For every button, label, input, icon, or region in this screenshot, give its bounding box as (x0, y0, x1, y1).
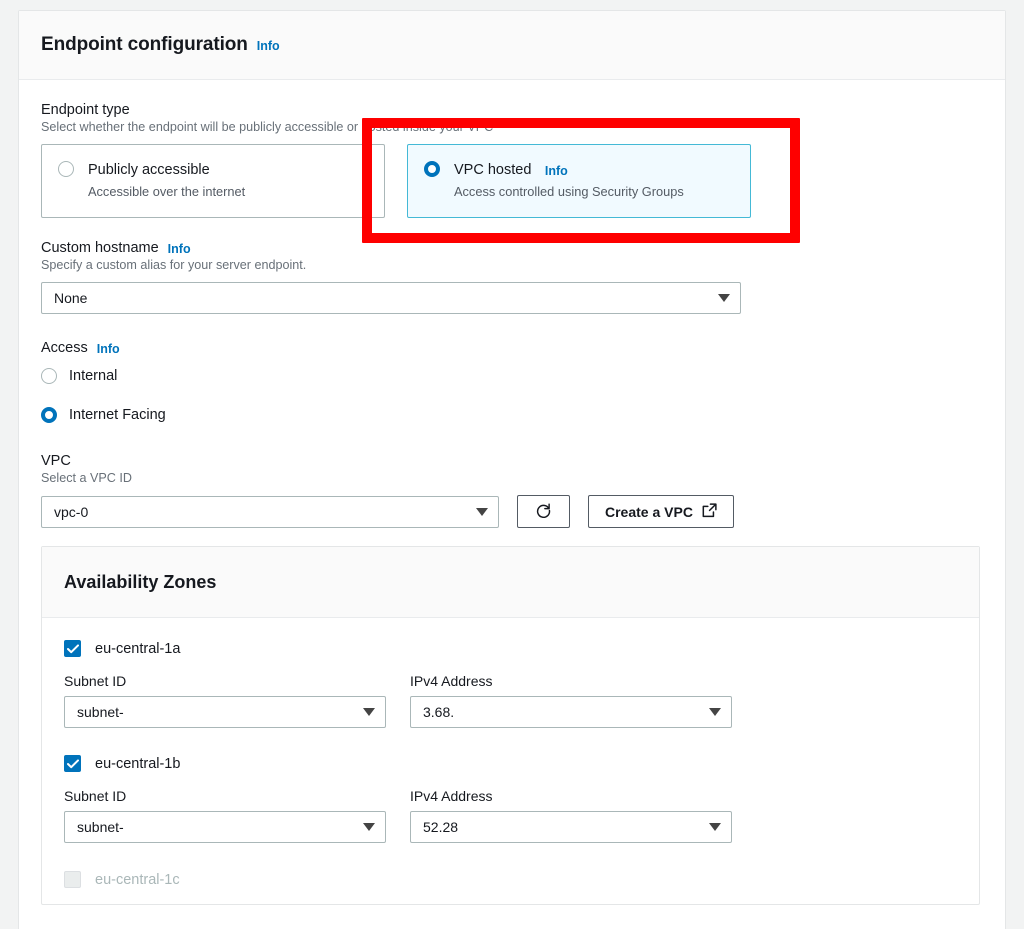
availability-zone-name: eu-central-1b (95, 756, 180, 772)
chevron-down-icon (363, 708, 375, 716)
chevron-down-icon (363, 823, 375, 831)
custom-hostname-label: Custom hostname (41, 240, 159, 256)
create-vpc-button-label: Create a VPC (605, 504, 693, 520)
subnet-id-select-eu-central-1b[interactable]: subnet- (64, 811, 386, 843)
refresh-icon (535, 502, 552, 522)
vpc-description: Select a VPC ID (41, 471, 983, 485)
access-option-label: Internal (69, 368, 117, 384)
availability-zone-name: eu-central-1c (95, 872, 180, 888)
access-group: Access Info Internal Internet Facing (41, 340, 983, 423)
checkbox-eu-central-1a[interactable] (64, 640, 81, 657)
page-root: Endpoint configuration Info Endpoint typ… (0, 0, 1024, 929)
vpc-select[interactable]: vpc-0 (41, 496, 499, 528)
custom-hostname-info-link[interactable]: Info (168, 242, 191, 256)
endpoint-type-description: Select whether the endpoint will be publ… (41, 120, 983, 134)
vpc-label: VPC (41, 453, 983, 469)
subnet-id-value: subnet- (77, 704, 124, 720)
availability-zones-body: eu-central-1a Subnet ID subnet- IPv4 Add… (42, 618, 979, 904)
availability-zone-row: eu-central-1b Subnet ID subnet- IPv4 Add… (64, 755, 957, 843)
availability-zones-panel: Availability Zones eu-central-1a (41, 546, 980, 905)
radio-vpc-hosted[interactable] (424, 161, 440, 177)
endpoint-type-option-vpc-hosted[interactable]: VPC hosted Info Access controlled using … (407, 144, 751, 218)
availability-zone-toggle[interactable]: eu-central-1a (64, 640, 957, 657)
availability-zone-row: eu-central-1c (64, 871, 957, 888)
card-header: Endpoint configuration Info (19, 11, 1005, 80)
custom-hostname-group: Custom hostname Info Specify a custom al… (41, 240, 983, 314)
endpoint-type-label: Endpoint type (41, 102, 983, 118)
radio-publicly-accessible[interactable] (58, 161, 74, 177)
availability-zones-title: Availability Zones (64, 572, 216, 593)
endpoint-type-tiles: Publicly accessible Accessible over the … (41, 144, 983, 218)
chevron-down-icon (709, 708, 721, 716)
create-vpc-button[interactable]: Create a VPC (588, 495, 734, 528)
access-option-internal[interactable]: Internal (41, 368, 983, 384)
ipv4-address-value: 52.28 (423, 819, 458, 835)
endpoint-type-option-title: Publicly accessible (88, 162, 210, 178)
subnet-id-select-eu-central-1a[interactable]: subnet- (64, 696, 386, 728)
endpoint-type-group: Endpoint type Select whether the endpoin… (41, 102, 983, 218)
page-title: Endpoint configuration (41, 34, 248, 56)
custom-hostname-description: Specify a custom alias for your server e… (41, 258, 983, 272)
endpoint-configuration-card: Endpoint configuration Info Endpoint typ… (18, 10, 1006, 929)
section-info-link[interactable]: Info (257, 39, 280, 53)
availability-zone-row: eu-central-1a Subnet ID subnet- IPv4 Add… (64, 640, 957, 728)
radio-internet-facing[interactable] (41, 407, 57, 423)
vpc-controls-row: vpc-0 Create a VPC (41, 495, 983, 528)
ipv4-address-select-eu-central-1b[interactable]: 52.28 (410, 811, 732, 843)
vpc-hosted-info-link[interactable]: Info (545, 164, 568, 178)
availability-zone-fields: Subnet ID subnet- IPv4 Address 52.28 (64, 788, 957, 843)
availability-zone-fields: Subnet ID subnet- IPv4 Address 3.68. (64, 673, 957, 728)
custom-hostname-value: None (54, 290, 87, 306)
vpc-group: VPC Select a VPC ID vpc-0 (41, 453, 983, 528)
availability-zone-toggle[interactable]: eu-central-1b (64, 755, 957, 772)
checkbox-eu-central-1c (64, 871, 81, 888)
access-info-link[interactable]: Info (97, 342, 120, 356)
subnet-id-label: Subnet ID (64, 673, 386, 689)
subnet-id-label: Subnet ID (64, 788, 386, 804)
external-link-icon (702, 503, 717, 521)
endpoint-type-option-publicly-accessible[interactable]: Publicly accessible Accessible over the … (41, 144, 385, 218)
availability-zone-name: eu-central-1a (95, 641, 180, 657)
access-option-internet-facing[interactable]: Internet Facing (41, 407, 983, 423)
ipv4-address-value: 3.68. (423, 704, 454, 720)
ipv4-address-select-eu-central-1a[interactable]: 3.68. (410, 696, 732, 728)
endpoint-type-option-description: Accessible over the internet (88, 184, 245, 199)
chevron-down-icon (476, 508, 488, 516)
endpoint-type-option-title: VPC hosted (454, 162, 531, 178)
availability-zones-header: Availability Zones (42, 547, 979, 618)
availability-zone-toggle: eu-central-1c (64, 871, 957, 888)
ipv4-address-label: IPv4 Address (410, 788, 732, 804)
access-option-label: Internet Facing (69, 407, 166, 423)
refresh-vpc-button[interactable] (517, 495, 570, 528)
subnet-id-value: subnet- (77, 819, 124, 835)
card-body: Endpoint type Select whether the endpoin… (19, 80, 1005, 528)
chevron-down-icon (709, 823, 721, 831)
checkbox-eu-central-1b[interactable] (64, 755, 81, 772)
radio-internal[interactable] (41, 368, 57, 384)
endpoint-type-option-description: Access controlled using Security Groups (454, 184, 684, 199)
chevron-down-icon (718, 294, 730, 302)
ipv4-address-label: IPv4 Address (410, 673, 732, 689)
access-label: Access (41, 340, 88, 356)
custom-hostname-select[interactable]: None (41, 282, 741, 314)
vpc-value: vpc-0 (54, 504, 88, 520)
